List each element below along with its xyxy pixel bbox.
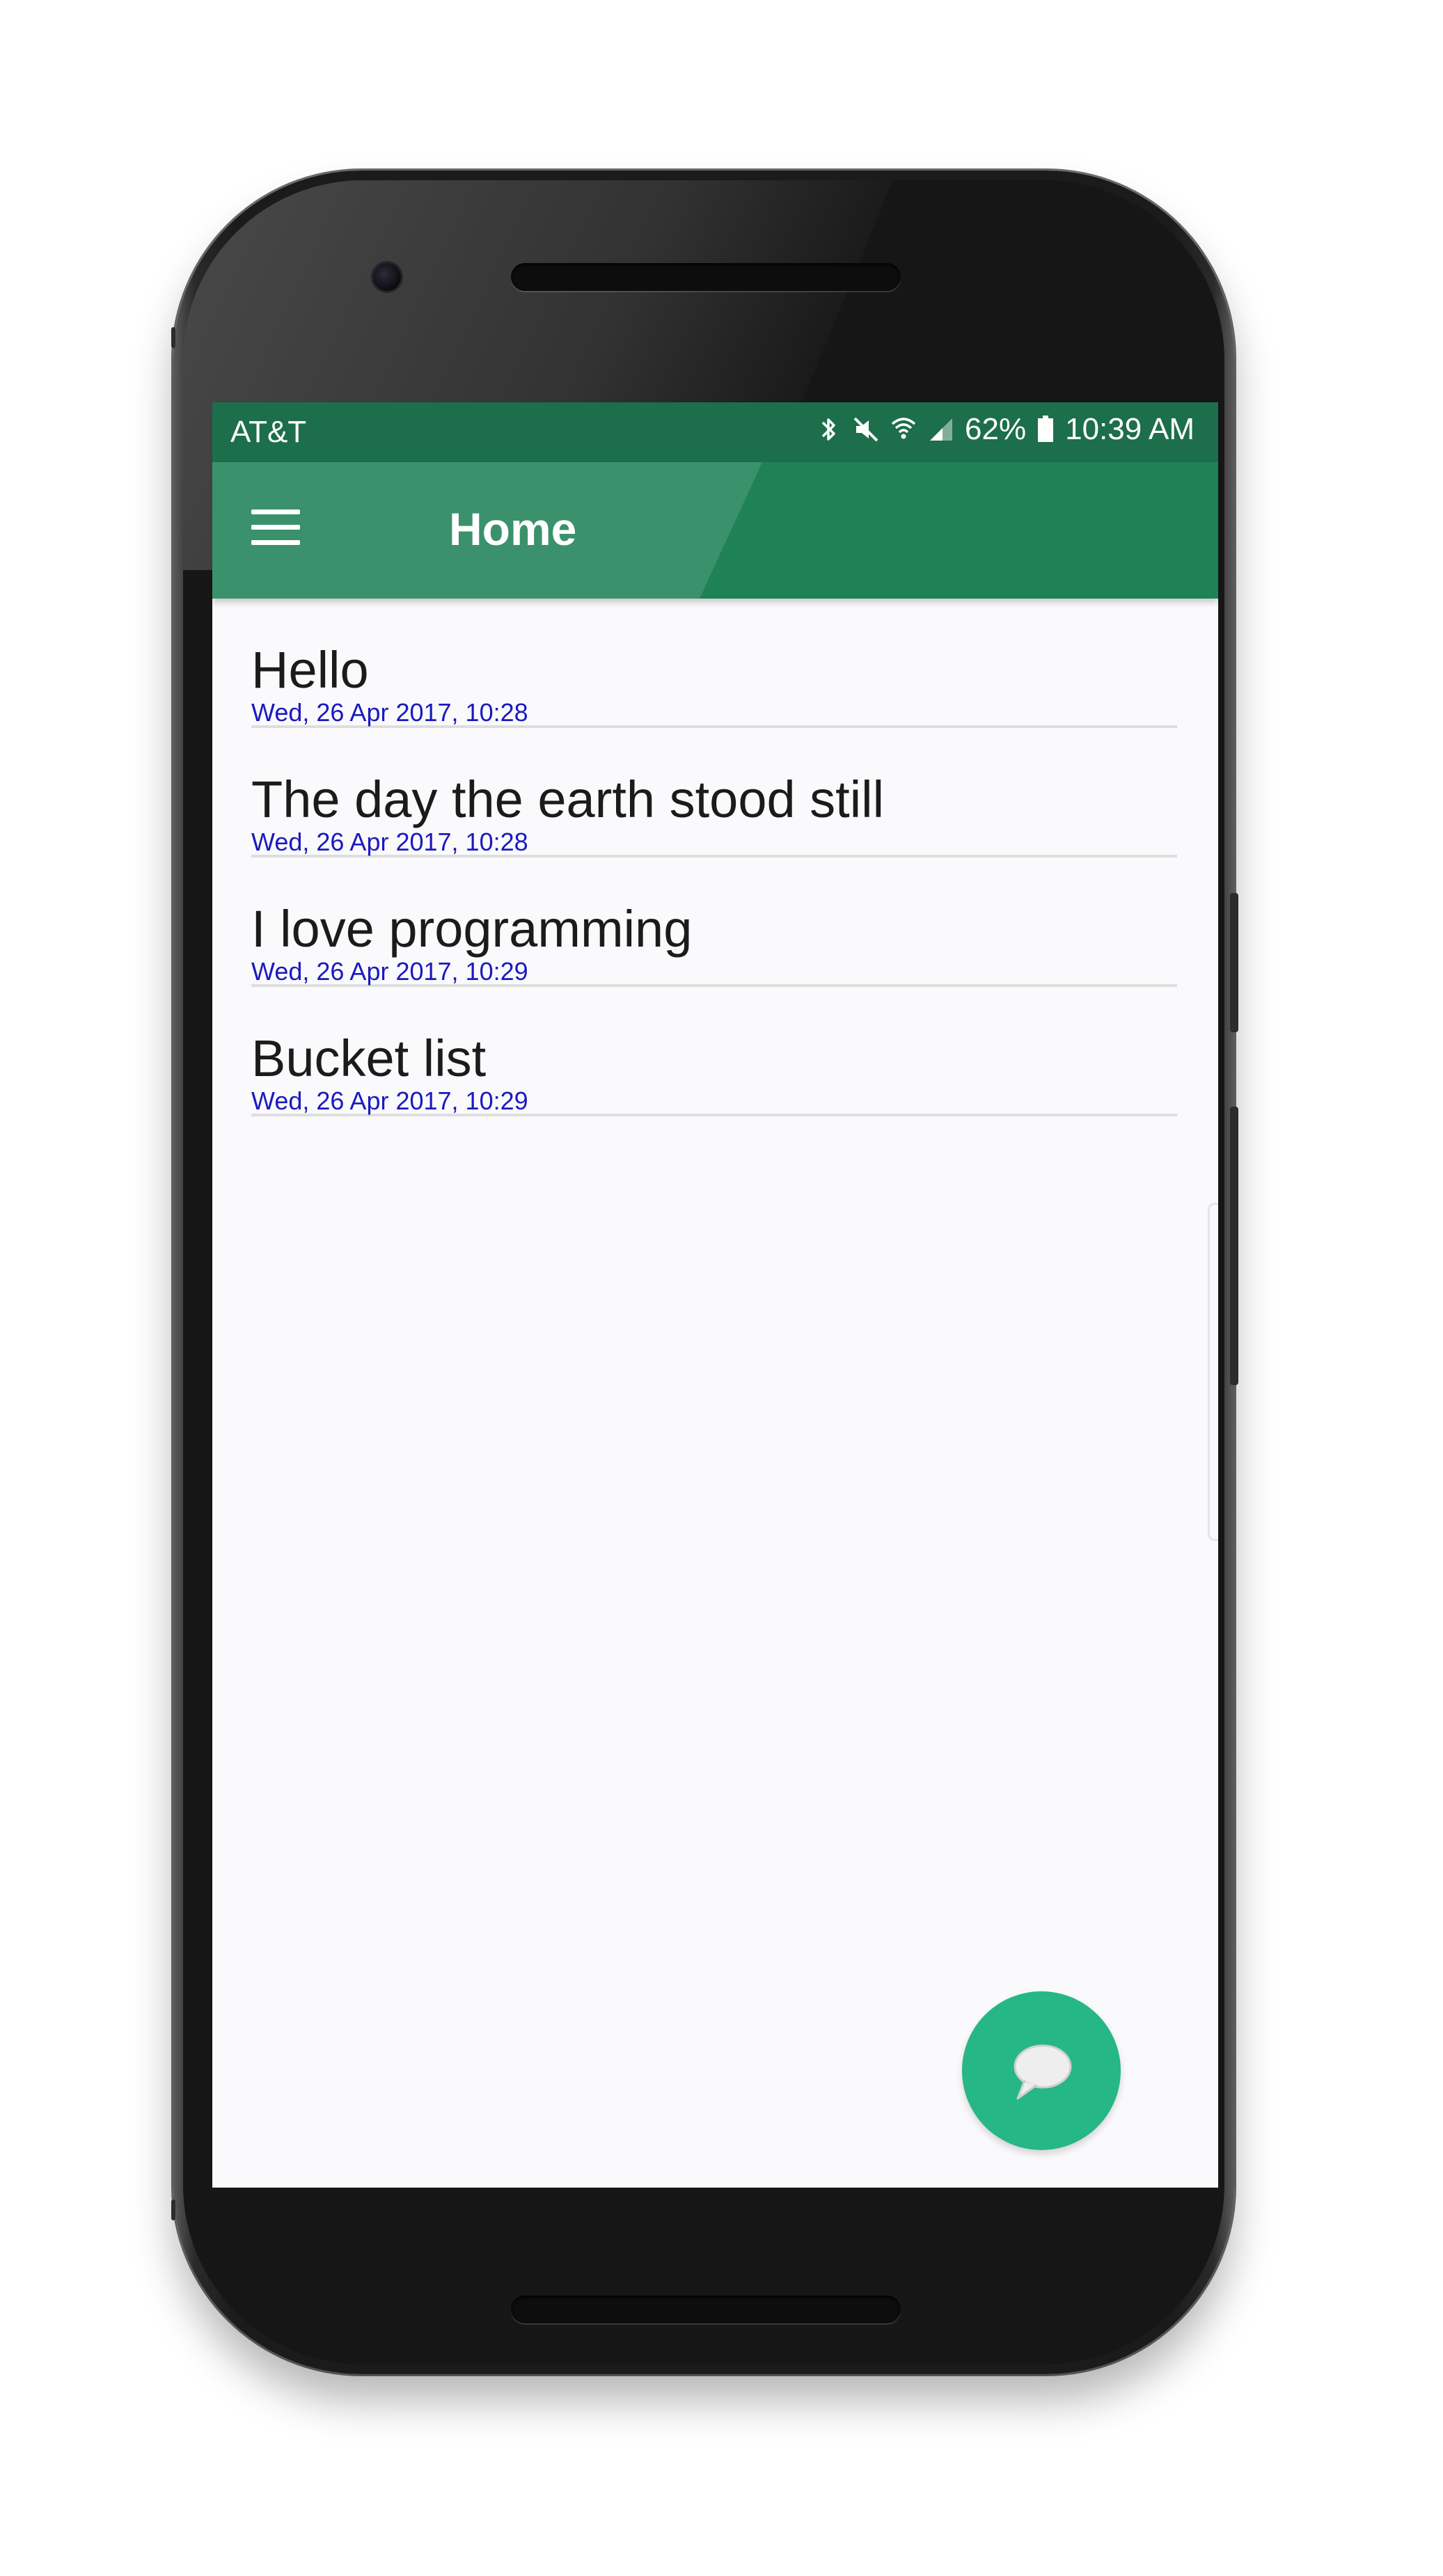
- front-camera: [373, 263, 401, 291]
- note-date: Wed, 26 Apr 2017, 10:28: [251, 828, 528, 856]
- status-bar: AT&T 62% 10:39 AM: [212, 402, 1218, 462]
- list-item[interactable]: The day the earth stood still Wed, 26 Ap…: [251, 728, 1177, 858]
- list-item[interactable]: Hello Wed, 26 Apr 2017, 10:28: [251, 599, 1177, 728]
- left-side-notch-bottom: [171, 2199, 175, 2220]
- signal-icon: [930, 418, 953, 441]
- volume-button: [1230, 1107, 1238, 1385]
- battery-icon: [1038, 416, 1054, 442]
- app-screen: AT&T 62% 10:39 AM Home Hello Wed, 26 Apr…: [212, 402, 1218, 2188]
- carrier-label: AT&T: [230, 415, 307, 449]
- status-icons: 62% 10:39 AM: [814, 412, 1194, 447]
- top-speaker: [511, 263, 901, 291]
- list-item[interactable]: Bucket list Wed, 26 Apr 2017, 10:29: [251, 987, 1177, 1116]
- hamburger-menu-icon[interactable]: [251, 507, 300, 548]
- note-date: Wed, 26 Apr 2017, 10:29: [251, 957, 528, 986]
- left-side-notch-top: [171, 327, 175, 348]
- note-date: Wed, 26 Apr 2017, 10:29: [251, 1086, 528, 1115]
- chat-bubble-icon: [1014, 2044, 1072, 2100]
- battery-percent: 62%: [965, 412, 1027, 446]
- note-title: The day the earth stood still: [251, 771, 885, 828]
- edge-panel-handle[interactable]: [1208, 1203, 1218, 1541]
- note-title: Bucket list: [251, 1029, 487, 1087]
- list-item[interactable]: I love programming Wed, 26 Apr 2017, 10:…: [251, 858, 1177, 987]
- bottom-speaker: [511, 2296, 901, 2323]
- toolbar-glare: [212, 462, 762, 599]
- power-button: [1230, 893, 1238, 1032]
- mute-icon: [853, 417, 878, 442]
- note-date: Wed, 26 Apr 2017, 10:28: [251, 698, 528, 727]
- page-title: Home: [449, 503, 577, 555]
- note-title: I love programming: [251, 900, 693, 958]
- wifi-icon: [891, 418, 916, 439]
- app-toolbar: Home: [212, 462, 1218, 599]
- new-note-fab[interactable]: [962, 1991, 1121, 2150]
- bluetooth-icon: [821, 418, 835, 441]
- clock: 10:39 AM: [1065, 412, 1194, 446]
- note-title: Hello: [251, 641, 369, 699]
